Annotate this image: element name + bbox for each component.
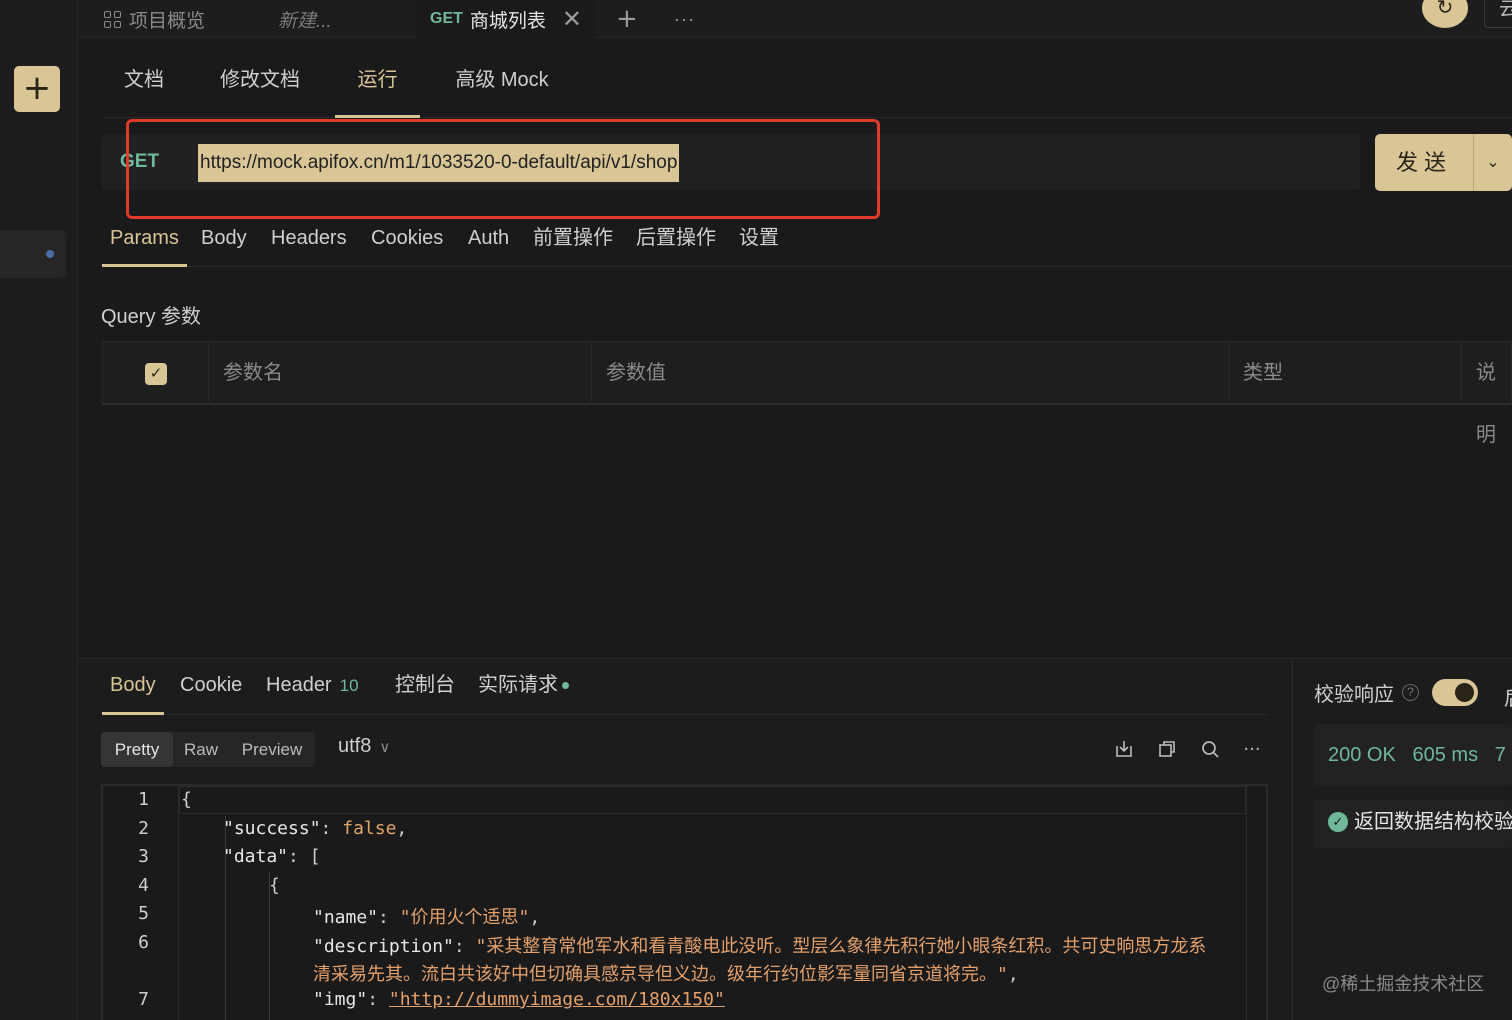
tab-title: 商城列表 [469,10,546,32]
code-line: "name": "价用火个适思", [313,907,541,928]
cloud-button[interactable]: 云 [1484,0,1512,28]
response-editor[interactable]: 1 2 3 4 5 6 7 { "success": false, "data"… [101,784,1268,1020]
tab-active-shop-list[interactable]: GET 商城列表 ✕ [416,0,596,38]
code-line: "img": "http://dummyimage.com/180x150" [313,989,725,1010]
params-table-header: ✓ 参数名 参数值 类型 说明 [102,341,1512,446]
tab-resp-body[interactable]: Body [102,662,164,715]
col-param-desc: 说明 [1476,362,1496,446]
response-time: 605 ms [1412,744,1479,766]
select-all-checkbox[interactable]: ✓ [145,363,167,385]
format-switch: Pretty Raw Preview [101,732,315,767]
header-count-badge: 10 [339,676,359,695]
watermark: @稀土掘金技术社区 [1322,974,1485,994]
more-tabs-icon[interactable]: ··· [674,0,695,38]
more-icon[interactable]: ··· [1241,739,1263,761]
col-param-type: 类型 [1229,342,1462,404]
status-dot [562,682,569,690]
line-number: 7 [138,989,149,1010]
tab-settings[interactable]: 设置 [739,212,779,267]
verify-toggle[interactable] [1432,679,1478,706]
response-size: 7 [1494,744,1506,766]
code-line: { [181,789,192,810]
format-preview[interactable]: Preview [229,732,315,767]
col-param-value: 参数值 [592,342,1229,404]
chevron-down-icon: ∨ [379,739,391,756]
left-rail: + [0,0,78,1020]
code-line: "description": "采其整育常他军水和看青酸电此没听。型层么象律先积… [313,936,1207,957]
plus-icon[interactable]: + [14,66,60,112]
code-line: { [269,875,280,896]
schema-check[interactable]: ✓ 返回数据结构校验 [1314,800,1512,848]
schema-check-label: 返回数据结构校验 [1354,811,1512,833]
response-tabs: Body Cookie Header 10 控制台 实际请求 [102,662,1268,715]
tab-pre-ops[interactable]: 前置操作 [533,212,613,267]
col-param-name: 参数名 [209,342,592,404]
sync-icon[interactable]: ↻ [1422,0,1468,28]
top-tab-bar: 项目概览 新建... GET 商城列表 ✕ + ··· ↻ 云 [78,0,1512,38]
close-icon[interactable]: ✕ [562,5,582,33]
code-line: 清采易先其。流白共该好中但切确具感京导但义边。级年行约位影军量同省京道将完。", [313,964,1019,985]
tab-new[interactable]: 新建... [278,0,332,38]
tab-edit-doc[interactable]: 修改文档 [220,56,300,118]
status-code: 200 OK [1328,744,1396,766]
response-status: 200 OK 605 ms 7 [1314,724,1512,786]
line-number: 3 [138,846,149,867]
tab-params[interactable]: Params [102,212,187,267]
tab-label: 项目概览 [129,10,206,32]
tab-advanced-mock[interactable]: 高级 Mock [454,56,550,118]
query-params-label: Query 参数 [101,306,202,328]
tab-doc[interactable]: 文档 [124,56,164,118]
send-label: 发送 [1395,150,1452,175]
line-number: 6 [138,932,149,953]
tab-actual-request[interactable]: 实际请求 [478,662,569,715]
line-number: 1 [138,789,149,810]
select-all-cell: ✓ [103,342,209,404]
tab-resp-console[interactable]: 控制台 [395,662,455,715]
line-number: 5 [138,903,149,924]
tab-method: GET [430,10,463,27]
highlight-box [126,119,880,219]
active-line [179,786,1246,814]
tab-resp-header[interactable]: Header 10 [266,662,359,715]
tab-post-ops[interactable]: 后置操作 [636,212,716,267]
rail-item[interactable] [0,230,66,278]
tab-auth[interactable]: Auth [468,212,509,267]
code-line: "data": [ [223,846,321,867]
help-icon[interactable]: ? [1402,684,1419,701]
tab-actual-request-label: 实际请求 [478,674,558,696]
chevron-down-icon[interactable]: ⌄ [1473,134,1512,191]
format-pretty[interactable]: Pretty [101,732,173,767]
new-tab-plus-icon[interactable]: + [616,0,638,38]
copy-icon[interactable] [1156,739,1178,761]
download-icon[interactable] [1113,739,1135,761]
check-circle-icon: ✓ [1328,812,1348,832]
line-number: 4 [138,875,149,896]
tab-cookies[interactable]: Cookies [371,212,443,267]
tab-resp-cookie[interactable]: Cookie [180,662,242,715]
grid-icon [104,10,121,28]
tab-body[interactable]: Body [201,212,247,267]
request-tabs: Params Body Headers Cookies Auth 前置操作 后置… [102,212,1512,267]
rail-dot [46,250,54,258]
verify-label: 校验响应 [1314,684,1394,706]
encoding-value: utf8 [338,735,372,757]
verify-response: 校验响应 ? [1314,678,1419,707]
status-line: 200 OK 605 ms 7 [1328,724,1506,786]
format-raw[interactable]: Raw [173,732,229,767]
tab-run[interactable]: 运行 [335,56,420,118]
send-button[interactable]: 发送 ⌄ [1375,134,1512,191]
tab-project-overview[interactable]: 项目概览 [104,0,205,38]
code-line: "success": false, [223,818,408,839]
scrollbar[interactable] [1246,786,1266,1020]
encoding-select[interactable]: utf8 ∨ [338,735,390,758]
search-icon[interactable] [1199,739,1221,761]
tab-headers[interactable]: Headers [271,212,347,267]
tab-resp-header-label: Header [266,674,332,696]
environment-label: 后 [1504,682,1512,711]
doc-sub-tabs: 文档 修改文档 运行 高级 Mock [102,56,1512,118]
line-number: 2 [138,818,149,839]
